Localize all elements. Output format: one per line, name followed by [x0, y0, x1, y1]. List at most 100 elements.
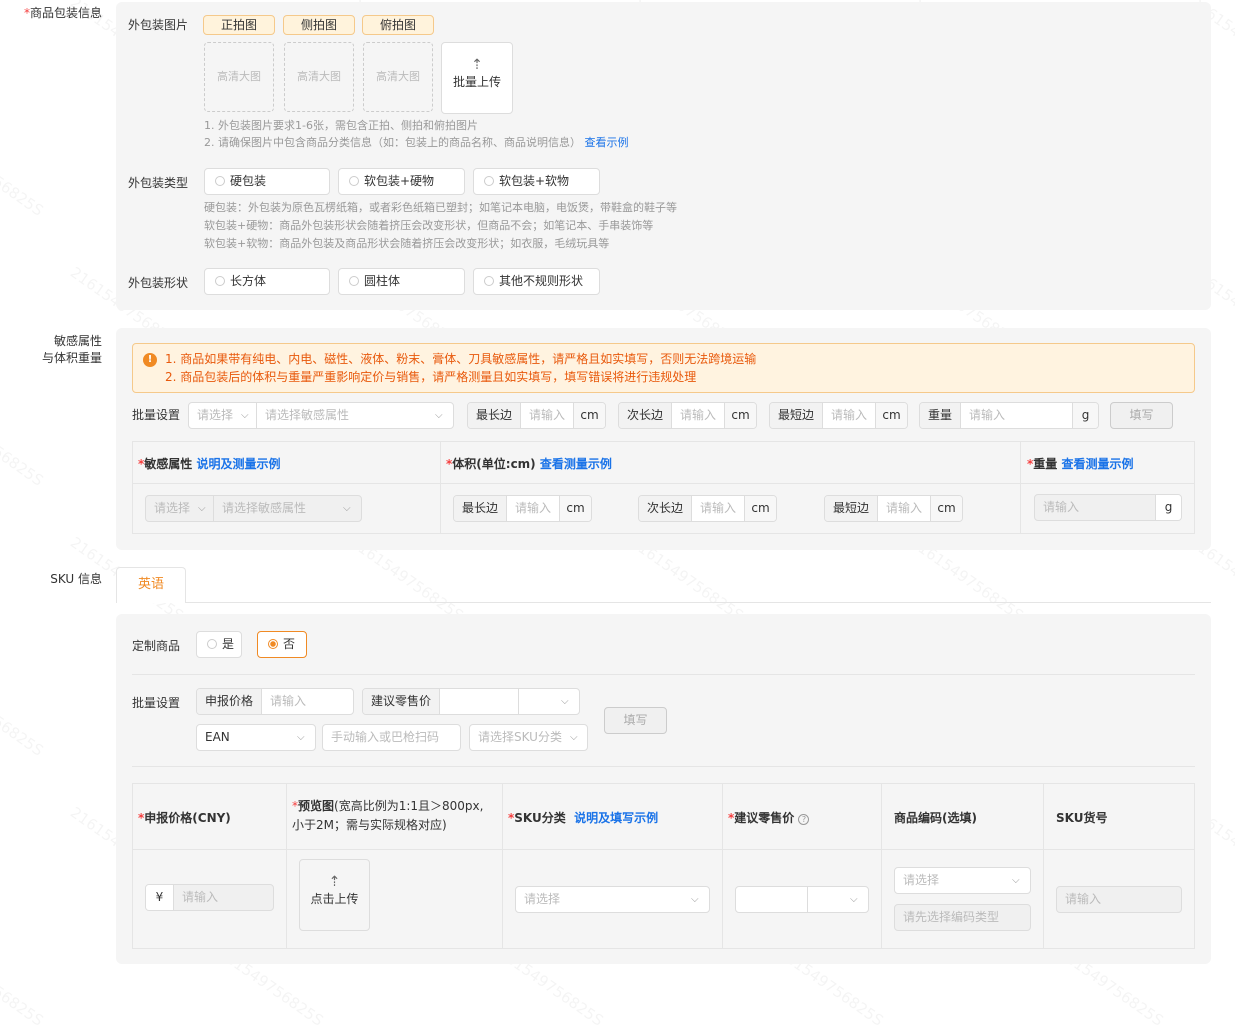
batch-middle-input[interactable]: 次长边 请输入 cm	[618, 402, 757, 429]
row-sensitive-select[interactable]: 请选择 ⌵ 请选择敏感属性 ⌵	[145, 495, 362, 522]
declare-price-placeholder: 请输入	[182, 890, 219, 904]
middle-prefix: 次长边	[619, 403, 673, 428]
batch-retail-price-input[interactable]: 建议零售价 ⌵	[362, 688, 580, 715]
watermark-text: 2161549756825S	[0, 668, 47, 759]
chevron-down-icon: ⌵	[435, 410, 443, 421]
col-sku-category-header: *SKU分类 说明及填写示例	[508, 811, 659, 825]
shape-irregular-radio[interactable]: 其他不规则形状	[473, 268, 600, 295]
table-divider	[722, 784, 723, 948]
custom-yes-radio[interactable]: 是	[196, 631, 242, 658]
chevron-down-icon: ⌵	[1012, 875, 1020, 886]
longest-placeholder: 请输入	[529, 408, 566, 422]
table-divider	[502, 784, 503, 948]
currency-select[interactable]	[807, 887, 868, 912]
row-sku-category-select[interactable]: 请选择 ⌵	[515, 886, 710, 913]
row-retail-price-input[interactable]: ⌵	[735, 886, 869, 913]
type-soft-soft-radio[interactable]: 软包装+软物	[473, 168, 600, 195]
help-icon[interactable]: ?	[798, 814, 810, 825]
sku-divider	[132, 766, 1195, 767]
volume-example-link[interactable]: 查看测量示例	[540, 457, 612, 471]
chevron-down-icon: ⌵	[343, 503, 351, 514]
weight-placeholder: 请输入	[969, 408, 1006, 422]
sku-category-placeholder: 请选择SKU分类	[478, 730, 562, 744]
sensitive-example-link[interactable]: 说明及测量示例	[196, 457, 280, 471]
cm-suffix: cm	[559, 496, 591, 521]
sku-category-select[interactable]: 请选择SKU分类 ⌵	[469, 724, 588, 751]
table-divider	[133, 483, 1194, 484]
sku-category-example-link[interactable]: 说明及填写示例	[574, 811, 658, 825]
sku-number-placeholder: 请输入	[1065, 892, 1102, 906]
weight-prefix: 重量	[920, 403, 962, 428]
top-image-slot[interactable]: 高清大图	[363, 42, 433, 112]
row-code-input[interactable]: 请先选择编码类型	[894, 904, 1031, 931]
batch-fill-button[interactable]: 填写	[1110, 402, 1173, 429]
sku-section-label: SKU 信息	[50, 572, 102, 586]
radio-circle-icon	[484, 276, 494, 286]
barcode-placeholder: 手动输入或巴枪扫码	[331, 730, 440, 744]
attributes-section-label: 敏感属性 与体积重量	[41, 334, 102, 365]
chevron-down-icon: ⌵	[570, 732, 578, 743]
type-hint-1: 硬包装：外包装为原色瓦楞纸箱，或者彩色纸箱已塑封；如笔记本电脑，电饭煲，带鞋盒的…	[204, 201, 677, 214]
row-sku-number-input[interactable]: 请输入	[1056, 886, 1182, 913]
upload-icon: ⇡	[328, 874, 341, 890]
tab-bar-line	[116, 602, 1211, 603]
tag-top: 俯拍图	[362, 15, 434, 35]
yen-prefix: ¥	[146, 885, 174, 910]
g-suffix: g	[1072, 403, 1098, 428]
sku-fill-button[interactable]: 填写	[604, 707, 667, 734]
batch-declare-price-input[interactable]: 申报价格 请输入	[196, 688, 354, 715]
code-type-select[interactable]: EAN ⌵	[196, 724, 316, 751]
watermark-text: 2161549756825S	[0, 938, 47, 1029]
weight-example-link[interactable]: 查看测量示例	[1061, 457, 1133, 471]
row-shortest-input[interactable]: 最短边 请输入 cm	[824, 495, 963, 522]
barcode-input[interactable]: 手动输入或巴枪扫码	[322, 724, 461, 751]
batch-weight-input[interactable]: 重量 请输入 g	[919, 402, 1099, 429]
table-divider	[1043, 784, 1044, 948]
type-hint-3: 软包装+软物：商品外包装及商品形状会随着挤压会改变形状；如衣服，毛绒玩具等	[204, 237, 610, 250]
row-middle-input[interactable]: 次长边 请输入 cm	[638, 495, 777, 522]
radio-circle-icon	[349, 176, 359, 186]
currency-select[interactable]	[518, 689, 579, 714]
shape-cylinder-radio[interactable]: 圆柱体	[338, 268, 465, 295]
view-example-link[interactable]: 查看示例	[585, 136, 629, 149]
type-hard-radio[interactable]: 硬包装	[204, 168, 330, 195]
retail-price-prefix: 建议零售价	[363, 689, 441, 714]
g-suffix: g	[1155, 495, 1181, 520]
custom-product-label: 定制商品	[132, 639, 181, 653]
batch-shortest-input[interactable]: 最短边 请输入 cm	[769, 402, 908, 429]
tab-english[interactable]: 英语	[116, 567, 186, 603]
row-weight-input[interactable]: 请输入 g	[1034, 494, 1182, 521]
batch-sensitive-select[interactable]: 请选择 ⌵ 请选择敏感属性 ⌵	[188, 402, 454, 429]
batch-upload-label: 批量上传	[452, 75, 501, 89]
chevron-down-icon: ⌵	[241, 410, 249, 421]
table-divider	[881, 784, 882, 948]
row-code-type-select[interactable]: 请选择 ⌵	[894, 867, 1031, 894]
row-declare-price-input[interactable]: ¥ 请输入	[145, 884, 274, 911]
batch-longest-input[interactable]: 最长边 请输入 cm	[467, 402, 606, 429]
package-type-label: 外包装类型	[128, 176, 189, 190]
middle-placeholder: 请输入	[700, 501, 737, 515]
batch-upload-button[interactable]: ⇡ 批量上传	[441, 42, 513, 114]
preview-upload-button[interactable]: ⇡ 点击上传	[299, 859, 370, 931]
code-input-placeholder: 请先选择编码类型	[903, 910, 1000, 924]
shortest-prefix: 最短边	[825, 496, 879, 521]
code-type-value: EAN	[205, 730, 230, 744]
packaging-panel	[116, 2, 1211, 310]
radio-circle-icon	[215, 176, 225, 186]
side-image-slot[interactable]: 高清大图	[284, 42, 354, 112]
shape-cuboid-radio[interactable]: 长方体	[204, 268, 330, 295]
col-product-code-header: 商品编码(选填)	[894, 811, 977, 825]
click-upload-label: 点击上传	[310, 892, 359, 906]
table-divider	[133, 849, 1194, 850]
radio-circle-icon	[349, 276, 359, 286]
front-image-slot[interactable]: 高清大图	[204, 42, 274, 112]
warning-icon: !	[143, 353, 157, 367]
row-longest-input[interactable]: 最长边 请输入 cm	[453, 495, 592, 522]
col-declare-price-header: *申报价格(CNY)	[138, 811, 231, 825]
custom-no-radio[interactable]: 否	[257, 631, 307, 658]
radio-selected-icon	[268, 639, 278, 649]
chevron-down-icon: ⌵	[850, 894, 858, 905]
type-hint-2: 软包装+硬物：商品外包装形状会随着挤压会改变形状，但商品不会；如笔记本、手串装饰…	[204, 219, 654, 232]
declare-price-placeholder: 请输入	[270, 694, 307, 708]
type-soft-hard-radio[interactable]: 软包装+硬物	[338, 168, 465, 195]
